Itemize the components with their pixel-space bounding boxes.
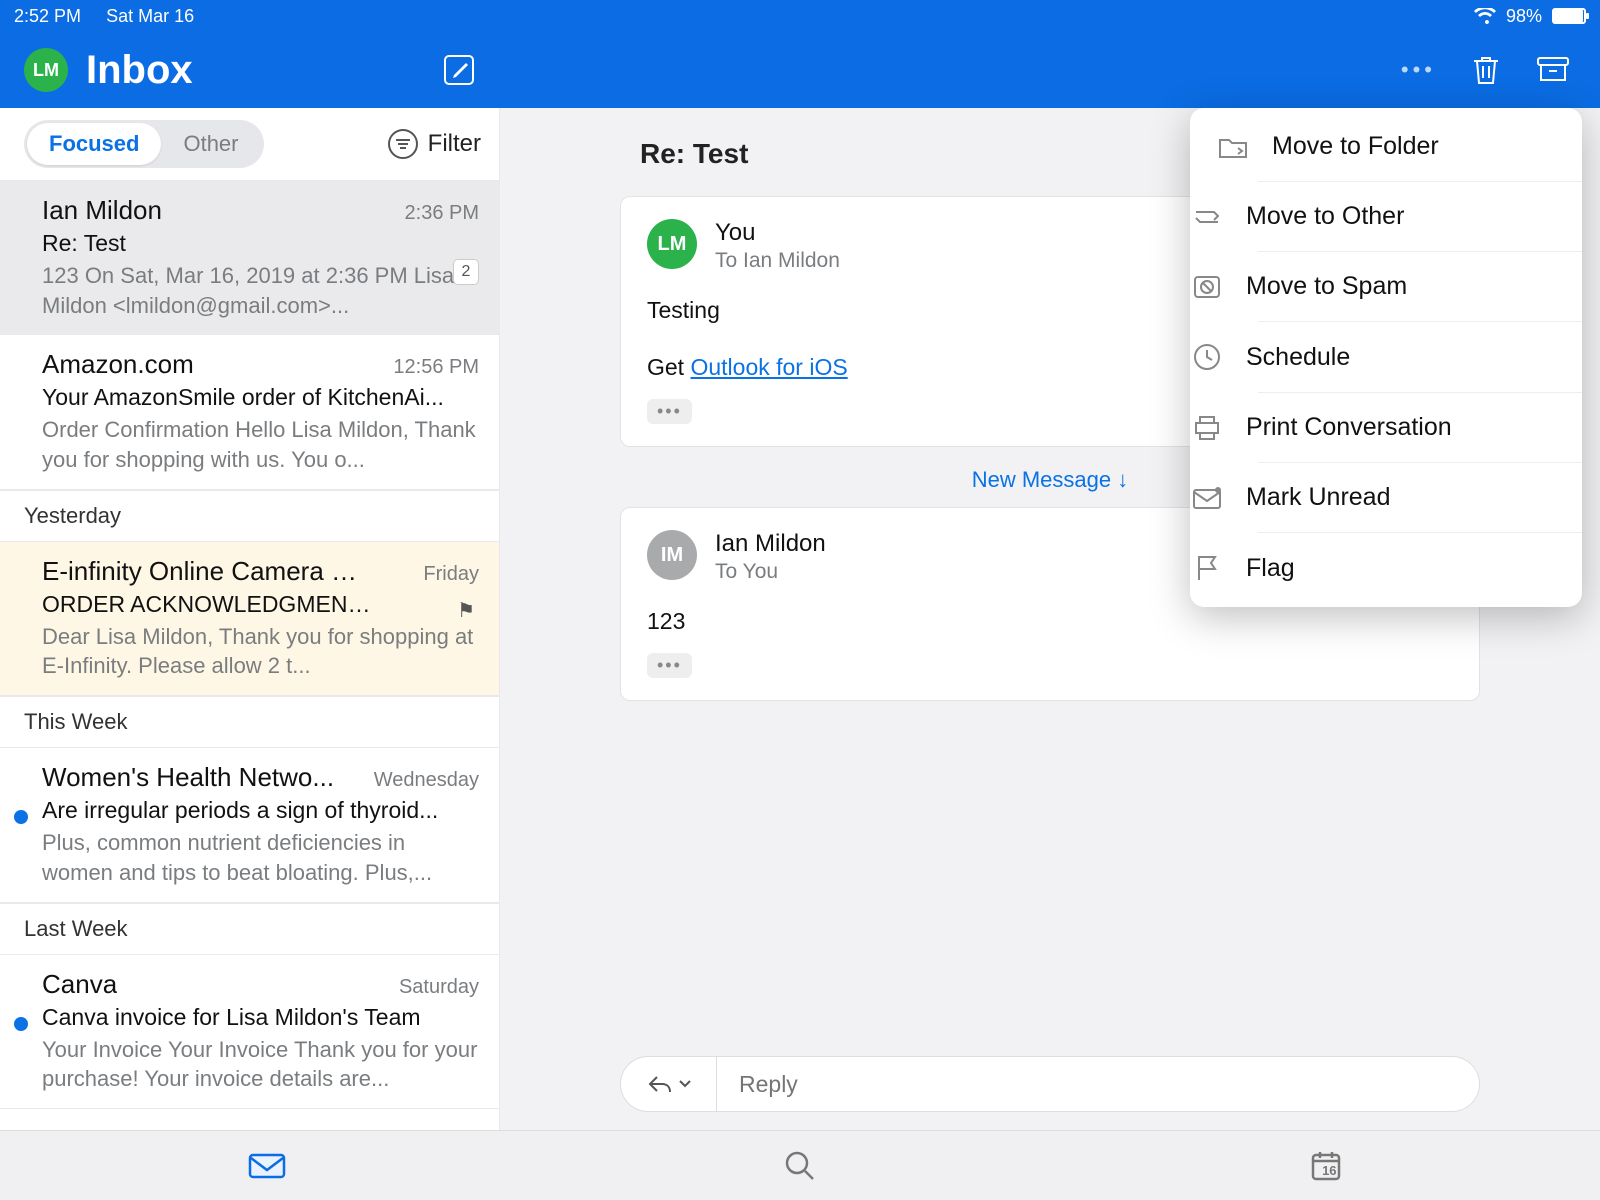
bottom-tab-bar: 16 <box>0 1130 1600 1200</box>
more-icon: ••• <box>1401 57 1436 83</box>
expand-quoted-button[interactable]: ••• <box>647 399 692 424</box>
account-avatar[interactable]: LM <box>24 48 68 92</box>
filter-icon <box>388 129 418 159</box>
message-from: Ian Mildon <box>715 530 826 558</box>
message-list-pane: Focused Other Filter Ian Mildon 2:36 PM … <box>0 108 500 1130</box>
menu-print[interactable]: Print Conversation <box>1258 392 1582 462</box>
tab-other[interactable]: Other <box>161 123 260 165</box>
more-actions-button[interactable]: ••• <box>1401 57 1436 83</box>
print-icon <box>1190 414 1224 442</box>
wifi-icon <box>1474 8 1496 24</box>
reply-bar <box>500 1038 1600 1130</box>
flag-icon <box>1190 553 1224 583</box>
folder-title: Inbox <box>86 48 193 93</box>
message-row[interactable]: E-infinity Online Camera St... Friday OR… <box>0 542 499 696</box>
reading-pane: Re: Test LM You To Ian Mildon Testing Ge… <box>500 108 1600 1130</box>
archive-button[interactable] <box>1536 55 1570 85</box>
status-date: Sat Mar 16 <box>106 6 194 27</box>
reply-icon <box>647 1073 673 1095</box>
section-header: Last Week <box>0 903 499 955</box>
menu-schedule[interactable]: Schedule <box>1258 321 1582 392</box>
unread-dot <box>14 1017 28 1031</box>
archive-icon <box>1536 55 1570 85</box>
folder-icon <box>1216 134 1250 160</box>
battery-icon <box>1552 8 1586 24</box>
message-from: You <box>715 219 840 247</box>
tab-mail[interactable] <box>0 1131 533 1200</box>
move-other-icon <box>1190 204 1224 230</box>
menu-move-folder[interactable]: Move to Folder <box>1190 112 1582 181</box>
compose-button[interactable] <box>442 53 476 87</box>
message-row[interactable]: Women's Health Netwo... Wednesday Are ir… <box>0 748 499 902</box>
message-body: 123 <box>647 608 1453 635</box>
sender-avatar: IM <box>647 530 697 580</box>
message-to: To You <box>715 560 826 584</box>
tab-search[interactable] <box>533 1131 1066 1200</box>
flag-icon: ⚑ <box>457 598 475 623</box>
menu-flag[interactable]: Flag <box>1258 532 1582 603</box>
expand-quoted-button[interactable]: ••• <box>647 653 692 678</box>
message-to: To Ian Mildon <box>715 249 840 273</box>
search-icon <box>783 1149 817 1183</box>
message-list[interactable]: Ian Mildon 2:36 PM Re: Test 123 On Sat, … <box>0 181 499 1130</box>
sender-avatar: LM <box>647 219 697 269</box>
menu-move-spam[interactable]: Move to Spam <box>1258 251 1582 321</box>
tab-calendar[interactable]: 16 <box>1067 1131 1600 1200</box>
unread-dot <box>14 810 28 824</box>
app-header: LM Inbox ••• <box>0 32 1600 108</box>
more-actions-menu: Move to Folder Move to Other Move to Spa… <box>1190 108 1582 607</box>
outlook-link[interactable]: Outlook for iOS <box>690 354 847 380</box>
reply-input[interactable] <box>717 1071 1479 1098</box>
delete-button[interactable] <box>1470 53 1502 87</box>
section-header: Yesterday <box>0 490 499 542</box>
section-header: This Week <box>0 696 499 748</box>
tab-focused[interactable]: Focused <box>27 123 161 165</box>
reply-mode-button[interactable] <box>621 1057 717 1111</box>
filter-button[interactable]: Filter <box>388 129 481 159</box>
spam-icon <box>1190 274 1224 300</box>
status-time: 2:52 PM <box>14 6 81 27</box>
message-row[interactable]: Ian Mildon 2:36 PM Re: Test 123 On Sat, … <box>0 181 499 335</box>
mail-icon <box>247 1151 287 1181</box>
trash-icon <box>1470 53 1502 87</box>
battery-percent: 98% <box>1506 6 1542 27</box>
menu-mark-unread[interactable]: Mark Unread <box>1258 462 1582 532</box>
status-bar: 2:52 PM Sat Mar 16 98% <box>0 0 1600 32</box>
filter-bar: Focused Other Filter <box>0 108 499 181</box>
calendar-day-label: 16 <box>1322 1163 1336 1178</box>
chevron-down-icon <box>679 1079 691 1089</box>
thread-count-badge: 2 <box>453 259 479 285</box>
clock-icon <box>1190 342 1224 372</box>
unread-icon <box>1190 486 1224 510</box>
focused-other-toggle[interactable]: Focused Other <box>24 120 264 168</box>
menu-move-other[interactable]: Move to Other <box>1258 181 1582 251</box>
message-row[interactable]: Canva Saturday Canva invoice for Lisa Mi… <box>0 955 499 1109</box>
message-row[interactable]: Amazon.com 12:56 PM Your AmazonSmile ord… <box>0 335 499 489</box>
